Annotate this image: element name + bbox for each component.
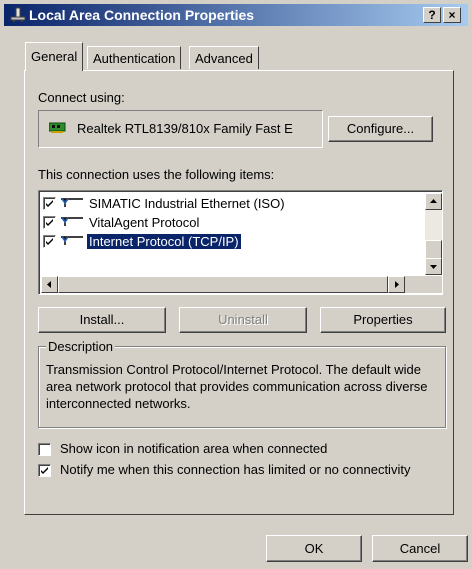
cancel-button[interactable]: Cancel bbox=[372, 535, 468, 562]
item-label: VitalAgent Protocol bbox=[89, 215, 200, 230]
cancel-button-label: Cancel bbox=[399, 541, 441, 556]
configure-button-label: Configure... bbox=[346, 121, 415, 136]
adapter-box: Realtek RTL8139/810x Family Fast E bbox=[38, 110, 323, 148]
protocol-icon bbox=[61, 198, 83, 207]
item-checkbox[interactable] bbox=[43, 197, 56, 210]
item-checkbox[interactable] bbox=[43, 216, 56, 229]
item-checkbox[interactable] bbox=[43, 235, 56, 248]
install-button[interactable]: Install... bbox=[38, 307, 166, 333]
install-button-label: Install... bbox=[79, 312, 125, 327]
ok-button-label: OK bbox=[304, 541, 324, 556]
connect-using-label: Connect using: bbox=[38, 90, 125, 105]
help-button[interactable]: ? bbox=[423, 7, 441, 23]
arrow-left-icon bbox=[47, 281, 51, 288]
protocol-icon bbox=[61, 236, 83, 245]
scroll-corner bbox=[405, 276, 442, 293]
components-listbox[interactable]: SIMATIC Industrial Ethernet (ISO) VitalA… bbox=[38, 190, 443, 295]
checkmark-icon bbox=[46, 200, 53, 207]
show-icon-checkbox[interactable] bbox=[38, 443, 51, 456]
scroll-left-button[interactable] bbox=[41, 276, 58, 293]
scroll-thumb[interactable] bbox=[425, 240, 442, 260]
scroll-up-button[interactable] bbox=[425, 193, 442, 210]
tab-advanced[interactable]: Advanced bbox=[189, 46, 259, 69]
arrow-down-icon bbox=[430, 265, 437, 269]
item-label: SIMATIC Industrial Ethernet (ISO) bbox=[89, 196, 285, 211]
scroll-right-button[interactable] bbox=[388, 276, 405, 293]
properties-dialog: Local Area Connection Properties ? × Gen… bbox=[0, 0, 472, 569]
items-label: This connection uses the following items… bbox=[38, 167, 275, 182]
network-card-icon bbox=[49, 122, 66, 133]
protocol-icon bbox=[61, 217, 83, 226]
checkmark-icon bbox=[46, 238, 53, 245]
tab-authentication-label: Authentication bbox=[93, 51, 176, 66]
properties-button-label: Properties bbox=[353, 312, 413, 327]
configure-button[interactable]: Configure... bbox=[328, 116, 433, 142]
list-item-selected[interactable]: Internet Protocol (TCP/IP) bbox=[43, 233, 423, 251]
properties-button[interactable]: Properties bbox=[320, 307, 446, 333]
tab-authentication[interactable]: Authentication bbox=[87, 46, 182, 69]
uninstall-button[interactable]: Uninstall bbox=[179, 307, 307, 333]
hscroll-thumb[interactable] bbox=[58, 276, 388, 293]
network-connection-icon bbox=[10, 7, 26, 22]
show-icon-label[interactable]: Show icon in notification area when conn… bbox=[60, 441, 327, 456]
item-label: Internet Protocol (TCP/IP) bbox=[86, 233, 242, 250]
window-title: Local Area Connection Properties bbox=[29, 7, 255, 23]
tab-advanced-label: Advanced bbox=[195, 51, 253, 66]
list-item[interactable]: SIMATIC Industrial Ethernet (ISO) bbox=[43, 195, 423, 213]
list-item[interactable]: VitalAgent Protocol bbox=[43, 214, 423, 232]
description-text: Transmission Control Protocol/Internet P… bbox=[46, 362, 428, 411]
checkmark-icon bbox=[46, 219, 53, 226]
arrow-up-icon bbox=[430, 199, 437, 203]
tab-general-label: General bbox=[31, 49, 78, 64]
description-label: Description bbox=[46, 339, 116, 354]
ok-button[interactable]: OK bbox=[266, 535, 362, 562]
adapter-name: Realtek RTL8139/810x Family Fast E bbox=[77, 121, 293, 136]
tab-general[interactable]: General bbox=[25, 42, 84, 71]
uninstall-button-label: Uninstall bbox=[218, 312, 268, 327]
arrow-right-icon bbox=[395, 281, 399, 288]
checkmark-icon bbox=[41, 467, 48, 474]
notify-checkbox[interactable] bbox=[38, 464, 51, 477]
title-bar[interactable]: Local Area Connection Properties ? × bbox=[4, 4, 468, 26]
close-icon: × bbox=[448, 8, 456, 22]
notify-label[interactable]: Notify me when this connection has limit… bbox=[60, 462, 410, 477]
scroll-down-button[interactable] bbox=[425, 258, 442, 275]
help-icon: ? bbox=[428, 8, 436, 22]
close-button[interactable]: × bbox=[443, 7, 461, 23]
